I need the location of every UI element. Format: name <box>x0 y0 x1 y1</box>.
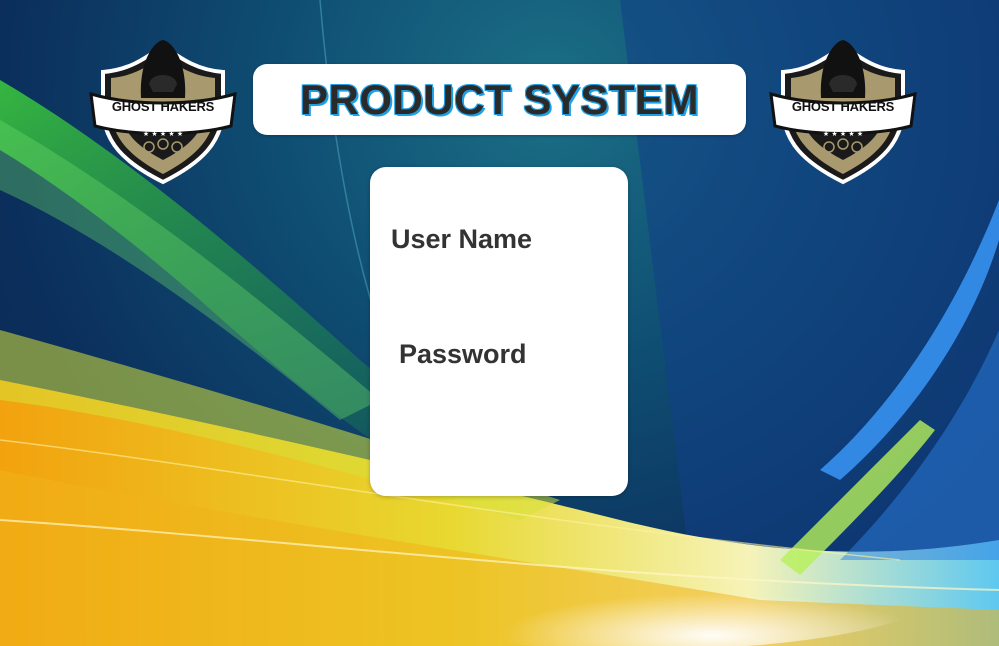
username-label: User Name <box>391 224 533 254</box>
logo-left-text: GHOST HAKERS <box>111 99 215 114</box>
page-title: PRODUCT SYSTEM <box>299 75 700 123</box>
login-screen: ★ ★ ★ ★ ★ GHOST HAKERS PRODUCT SYSTEM ★ … <box>0 0 999 646</box>
title-banner: PRODUCT SYSTEM <box>253 64 746 135</box>
svg-text:★ ★ ★ ★ ★: ★ ★ ★ ★ ★ <box>143 130 183 138</box>
login-card: User Name Password <box>370 167 628 496</box>
password-label: Password <box>399 339 527 369</box>
svg-text:★ ★ ★ ★ ★: ★ ★ ★ ★ ★ <box>823 130 863 138</box>
logo-left: ★ ★ ★ ★ ★ GHOST HAKERS <box>83 32 243 187</box>
logo-right: ★ ★ ★ ★ ★ GHOST HAKERS <box>763 32 923 187</box>
logo-right-text: GHOST HAKERS <box>791 99 895 114</box>
